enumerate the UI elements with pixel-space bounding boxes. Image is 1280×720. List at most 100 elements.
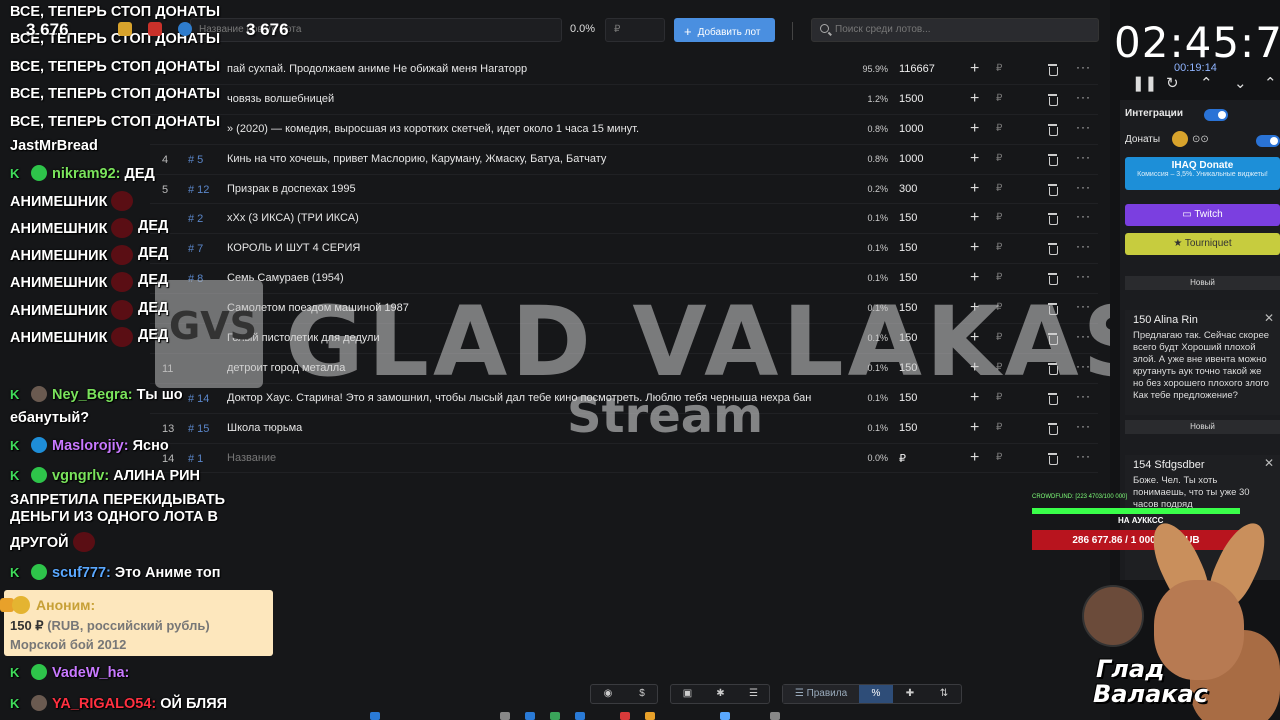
lot-name[interactable]: Кинь на что хочешь, привет Маслорию, Кар…	[227, 153, 857, 165]
rub-input[interactable]: ₽	[996, 212, 1002, 223]
add-amount-icon[interactable]: +	[970, 60, 979, 78]
lot-row[interactable]: Голый пистолетик для дедули 0.1% 150 + ₽ ···	[150, 324, 1098, 354]
more-icon[interactable]: ···	[1076, 269, 1091, 283]
windows-icon[interactable]	[370, 712, 380, 720]
add-amount-icon[interactable]: +	[970, 239, 979, 257]
rub-input[interactable]: ₽	[996, 362, 1002, 373]
rub-input[interactable]: ₽	[996, 392, 1002, 403]
chat-username[interactable]: Ney_Begra:	[52, 387, 133, 403]
lot-row[interactable]: # 14 Доктор Хаус. Старина! Это я замошнил…	[150, 384, 1098, 414]
lot-name[interactable]: Самолетом поездом машиной 1987	[227, 302, 857, 314]
taskbar-app-icon[interactable]	[720, 712, 730, 720]
lot-row[interactable]: 11 детроит город металла 0.1% 150 + ₽ ···	[150, 354, 1098, 384]
trash-icon[interactable]	[1048, 243, 1058, 256]
pause-icon[interactable]: ❚❚	[1132, 74, 1157, 92]
add-amount-icon[interactable]: +	[970, 329, 979, 347]
new-lot-button[interactable]: Новый	[1125, 420, 1280, 434]
lot-row[interactable]: 5 # 12 Призрак в доспехах 1995 0.2% 300 + ₽ ···	[150, 175, 1098, 205]
close-icon[interactable]: ✕	[1264, 312, 1274, 324]
add-amount-icon[interactable]: +	[970, 299, 979, 317]
lot-name[interactable]: Название	[227, 452, 857, 464]
more-icon[interactable]: ···	[1076, 329, 1091, 343]
add-amount-icon[interactable]: +	[970, 150, 979, 168]
donations-toggle[interactable]	[1256, 135, 1280, 147]
add-amount-icon[interactable]: +	[970, 449, 979, 467]
add-amount-icon[interactable]: +	[970, 419, 979, 437]
percent-toggle-button[interactable]: %	[859, 685, 893, 703]
rub-input[interactable]: ₽	[996, 123, 1002, 134]
trash-icon[interactable]	[1048, 183, 1058, 196]
more-icon[interactable]: ···	[1076, 209, 1091, 223]
taskbar-app-icon[interactable]	[575, 712, 585, 720]
more-icon[interactable]: ···	[1076, 359, 1091, 373]
lot-name[interactable]: детроит город металла	[227, 362, 857, 374]
dollar-button[interactable]: $	[625, 685, 659, 703]
new-lot-button[interactable]: Новый	[1125, 276, 1280, 290]
trash-icon[interactable]	[1048, 303, 1058, 316]
trash-icon[interactable]	[1048, 273, 1058, 286]
trash-icon[interactable]	[1048, 333, 1058, 346]
rub-input[interactable]: ₽	[996, 93, 1002, 104]
rub-input[interactable]: ₽	[996, 302, 1002, 313]
rub-input[interactable]: ₽	[996, 332, 1002, 343]
taskbar-app-icon[interactable]	[550, 712, 560, 720]
more-icon[interactable]: ···	[1076, 239, 1091, 253]
trash-icon[interactable]	[1048, 362, 1058, 375]
taskbar-app-icon[interactable]	[645, 712, 655, 720]
close-icon[interactable]: ✕	[1264, 457, 1274, 469]
lot-row[interactable]: # 2 xXx (3 ИКСА) (ТРИ ИКСА) 0.1% 150 + ₽ ···	[150, 204, 1098, 235]
more-icon[interactable]: ···	[1076, 180, 1091, 194]
lot-name[interactable]: пай сухпай. Продолжаем аниме Не обижай м…	[227, 63, 857, 75]
trash-icon[interactable]	[1048, 64, 1058, 76]
reset-icon[interactable]: ↻	[1166, 74, 1179, 92]
chat-username[interactable]: Maslorojiy:	[52, 438, 129, 454]
add-amount-icon[interactable]: +	[970, 180, 979, 198]
more-icon[interactable]: ···	[1076, 389, 1091, 403]
lot-row[interactable]: Самолетом поездом машиной 1987 0.1% 150 + ₽ ·…	[150, 294, 1098, 325]
double-chevron-up-icon[interactable]: ⌃	[1264, 74, 1277, 92]
add-amount-icon[interactable]: +	[970, 269, 979, 287]
add-amount-icon[interactable]: +	[970, 389, 979, 407]
trash-icon[interactable]	[1048, 452, 1058, 465]
lot-row[interactable]: 14 # 1 Название 0.0% ₽ + ₽ ···	[150, 444, 1098, 474]
rub-input[interactable]: ₽	[996, 242, 1002, 253]
sort-icon[interactable]: ⇅	[927, 685, 961, 703]
chevron-down-icon[interactable]: ⌄	[1234, 74, 1247, 92]
rub-input[interactable]: ₽	[996, 272, 1002, 283]
chat-username[interactable]: scuf777:	[52, 565, 111, 581]
chat-username[interactable]: nikram92:	[52, 166, 121, 182]
add-amount-icon[interactable]: +	[970, 359, 979, 377]
rub-input[interactable]: ₽	[996, 422, 1002, 433]
lot-row[interactable]: човязь волшебницей 1.2% 1500 + ₽ ···	[150, 85, 1098, 115]
trash-icon[interactable]	[1048, 123, 1058, 136]
more-icon[interactable]: ···	[1076, 150, 1091, 164]
lot-name[interactable]: Призрак в доспехах 1995	[227, 183, 857, 195]
chat-username[interactable]: YA_RIGALO54:	[52, 696, 156, 712]
chat-username[interactable]: VadeW_ha:	[52, 665, 129, 681]
taskbar-app-icon[interactable]	[620, 712, 630, 720]
lot-name[interactable]: » (2020) — комедия, выросшая из коротких…	[227, 123, 857, 135]
add-amount-icon[interactable]: +	[970, 120, 979, 138]
lot-amount-input[interactable]: ₽	[605, 18, 665, 42]
search-input[interactable]: Поиск среди лотов...	[811, 18, 1099, 42]
tourniquet-button[interactable]: ★ Tourniquet	[1125, 233, 1280, 255]
lot-name[interactable]: Голый пистолетик для дедули	[227, 332, 857, 344]
trash-icon[interactable]	[1048, 93, 1058, 106]
more-icon[interactable]: ···	[1076, 120, 1091, 134]
integrations-toggle[interactable]	[1204, 109, 1228, 121]
more-icon[interactable]: ···	[1076, 60, 1091, 74]
rub-input[interactable]: ₽	[996, 183, 1002, 194]
rules-button[interactable]: ☰ Правила	[783, 685, 859, 703]
add-amount-icon[interactable]: +	[970, 90, 979, 108]
lot-name[interactable]: Школа тюрьма	[227, 422, 857, 434]
rub-input[interactable]: ₽	[996, 452, 1002, 463]
lot-name[interactable]: човязь волшебницей	[227, 93, 857, 105]
save-icon[interactable]: ▣	[671, 685, 704, 703]
add-lot-button[interactable]: + Добавить лот	[674, 18, 775, 42]
lot-row[interactable]: 13 # 15 Школа тюрьма 0.1% 150 + ₽ ···	[150, 414, 1098, 444]
rub-input[interactable]: ₽	[996, 63, 1002, 74]
more-icon[interactable]: ···	[1076, 449, 1091, 463]
ihaq-donate-button[interactable]: IHAQ Donate Комиссия – 3,5%. Уникальные в…	[1125, 157, 1280, 190]
lot-name[interactable]: Доктор Хаус. Старина! Это я замошнил, чт…	[227, 392, 857, 404]
lot-row[interactable]: # 8 Семь Самураев (1954) 0.1% 150 + ₽ ···	[150, 264, 1098, 295]
